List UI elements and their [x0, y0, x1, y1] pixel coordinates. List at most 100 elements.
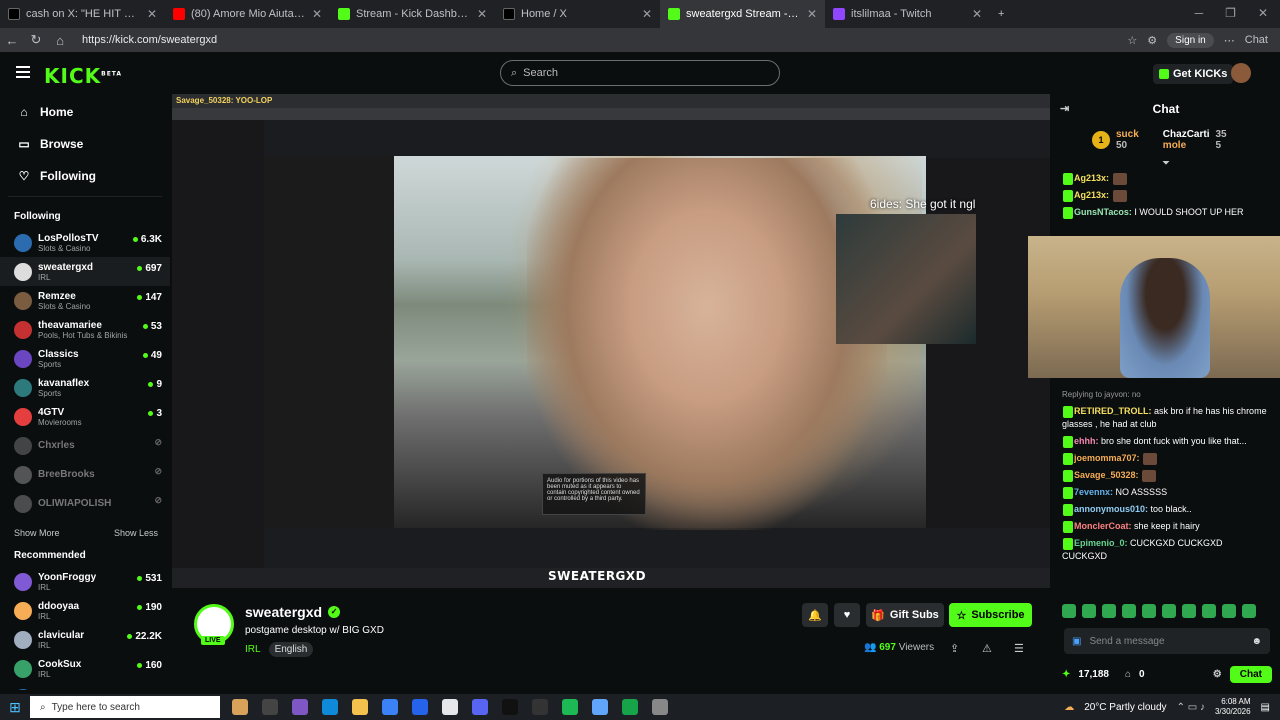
minimize-icon[interactable]: ─	[1195, 6, 1204, 20]
quick-emote-icon[interactable]	[1242, 604, 1256, 618]
sidebar-channel[interactable]: kavanaflex Sports 9	[0, 373, 170, 402]
user-avatar[interactable]	[1231, 63, 1251, 83]
more-icon[interactable]: ⋯	[1224, 34, 1235, 47]
chat-username[interactable]: MonclerCoat:	[1074, 521, 1132, 531]
close-window-icon[interactable]: ✕	[1258, 6, 1268, 20]
search-input[interactable]: ⌕ Search	[500, 60, 780, 86]
channel-points[interactable]: 17,188	[1078, 669, 1109, 680]
sidebar-channel[interactable]: LosPollosTV6.3K	[0, 683, 170, 690]
store-icon[interactable]	[382, 699, 398, 715]
collapse-chat-icon[interactable]: ⇥	[1060, 102, 1069, 115]
close-icon[interactable]: ✕	[972, 7, 982, 21]
quick-emote-icon[interactable]	[1062, 604, 1076, 618]
back-icon[interactable]: ←	[0, 33, 24, 48]
weather-text[interactable]: 20°C Partly cloudy	[1084, 702, 1166, 713]
star-icon[interactable]: ☆	[1127, 34, 1137, 47]
chat-username[interactable]: Savage_50328:	[1074, 470, 1139, 480]
sidebar-channel[interactable]: CookSux IRL 160	[0, 654, 170, 683]
edge-icon[interactable]	[322, 699, 338, 715]
app-icon[interactable]	[592, 699, 608, 715]
gift-subs-button[interactable]: 🎁 Gift Subs	[866, 603, 944, 627]
file-explorer-icon[interactable]	[352, 699, 368, 715]
nav-home[interactable]: ⌂ Home	[0, 96, 170, 128]
kick-logo[interactable]: KICKBETA	[44, 64, 122, 88]
category-link[interactable]: IRL	[245, 644, 261, 655]
task-view-icon[interactable]	[262, 699, 278, 715]
sidebar-channel[interactable]: OLIWIAPOLISH ⊘	[0, 489, 170, 518]
sidebar-channel[interactable]: Classics Sports 49	[0, 344, 170, 373]
sidebar-channel[interactable]: Remzee Slots & Casino 147	[0, 286, 170, 315]
leader-name[interactable]: suck	[1116, 129, 1139, 140]
browser-tab[interactable]: itslilmaa - Twitch ✕	[825, 0, 990, 28]
notepad-icon[interactable]	[442, 699, 458, 715]
url-field[interactable]: https://kick.com/sweatergxd	[82, 34, 1127, 46]
report-icon[interactable]: ⚠	[982, 642, 992, 655]
close-icon[interactable]: ✕	[477, 7, 487, 21]
extensions-icon[interactable]: ⚙	[1147, 34, 1157, 47]
browser-tab-active[interactable]: sweatergxd Stream - Watch Li ✕	[660, 0, 825, 28]
chat-username[interactable]: Ag213x:	[1074, 173, 1109, 183]
sidebar-channel[interactable]: clavicular IRL 22.2K	[0, 625, 170, 654]
subscribe-button[interactable]: ☆ Subscribe	[949, 603, 1032, 627]
close-icon[interactable]: ✕	[642, 7, 652, 21]
send-chat-button[interactable]: Chat	[1229, 665, 1272, 683]
taskbar-search-input[interactable]: ⌕ Type here to search	[30, 696, 220, 718]
quick-emote-icon[interactable]	[1162, 604, 1176, 618]
browser-tab[interactable]: Home / X ✕	[495, 0, 660, 28]
emoji-icon[interactable]: ☻	[1251, 636, 1262, 647]
user-options-icon[interactable]: ☰	[1014, 642, 1024, 655]
copilot-button[interactable]: Chat	[1245, 34, 1268, 46]
home-icon[interactable]: ⌂	[48, 33, 72, 48]
close-icon[interactable]: ✕	[807, 7, 817, 21]
chat-message-input[interactable]: ▣ Send a message ☻	[1064, 628, 1270, 654]
follow-heart-button[interactable]: ♥	[834, 603, 860, 627]
quick-emote-icon[interactable]	[1122, 604, 1136, 618]
chat-username[interactable]: Epimenio_0:	[1074, 538, 1128, 548]
chat-username[interactable]: RETIRED_TROLL:	[1074, 406, 1152, 416]
leader-name[interactable]: ChazCarti	[1163, 129, 1210, 140]
app-icon[interactable]	[652, 699, 668, 715]
close-icon[interactable]: ✕	[312, 7, 322, 21]
clock[interactable]: 6:08 AM 3/30/2026	[1215, 697, 1251, 716]
quick-emote-icon[interactable]	[1102, 604, 1116, 618]
quick-emote-icon[interactable]	[1082, 604, 1096, 618]
tray-icons[interactable]: ⌃ ▭ ♪	[1177, 702, 1205, 713]
quick-emote-icon[interactable]	[1222, 604, 1236, 618]
restore-icon[interactable]: ❐	[1225, 6, 1236, 20]
browser-tab[interactable]: cash on X: "HE HIT MY CAR ON TI ✕	[0, 0, 165, 28]
chat-username[interactable]: GunsNTacos:	[1074, 207, 1132, 217]
obs-icon[interactable]	[532, 699, 548, 715]
show-more-button[interactable]: Show More	[14, 528, 60, 538]
show-less-button[interactable]: Show Less	[114, 528, 158, 538]
close-icon[interactable]: ✕	[147, 7, 157, 21]
sidebar-channel[interactable]: YoonFroggy IRL 531	[0, 567, 170, 596]
sidebar-channel[interactable]: Chxrles ⊘	[0, 431, 170, 460]
leader-name[interactable]: mole	[1163, 140, 1210, 151]
streamer-name[interactable]: sweatergxd	[245, 604, 322, 620]
chat-username[interactable]: 7evennx:	[1074, 487, 1113, 497]
discord-icon[interactable]	[472, 699, 488, 715]
language-tag[interactable]: English	[268, 642, 314, 657]
sidebar-channel[interactable]: 4GTV Movierooms 3	[0, 402, 170, 431]
nav-following[interactable]: ♡ Following	[0, 160, 170, 192]
chat-username[interactable]: Ag213x:	[1074, 190, 1109, 200]
windows-start-icon[interactable]: ⊞	[0, 699, 30, 716]
new-tab-button[interactable]: +	[990, 0, 1020, 28]
get-kicks-button[interactable]: Get KICKs	[1153, 64, 1234, 84]
chat-username[interactable]: annonymous010:	[1074, 504, 1148, 514]
refresh-icon[interactable]: ↻	[24, 32, 48, 48]
hamburger-menu-icon[interactable]	[16, 66, 30, 78]
sign-in-button[interactable]: Sign in	[1167, 32, 1214, 48]
sidebar-channel[interactable]: sweatergxd IRL 697	[0, 257, 170, 286]
nav-browse[interactable]: ▭ Browse	[0, 128, 170, 160]
search-highlight-icon[interactable]	[232, 699, 248, 715]
spotify-icon[interactable]	[562, 699, 578, 715]
chat-settings-icon[interactable]: ⚙	[1213, 669, 1222, 680]
notification-bell-button[interactable]: 🔔	[802, 603, 828, 627]
chat-username[interactable]: joemomma707:	[1074, 453, 1140, 463]
media-player-icon[interactable]	[502, 699, 518, 715]
xbox-icon[interactable]	[622, 699, 638, 715]
chat-username[interactable]: ehhh:	[1074, 436, 1099, 446]
quick-emote-icon[interactable]	[1142, 604, 1156, 618]
copilot-icon[interactable]	[292, 699, 308, 715]
